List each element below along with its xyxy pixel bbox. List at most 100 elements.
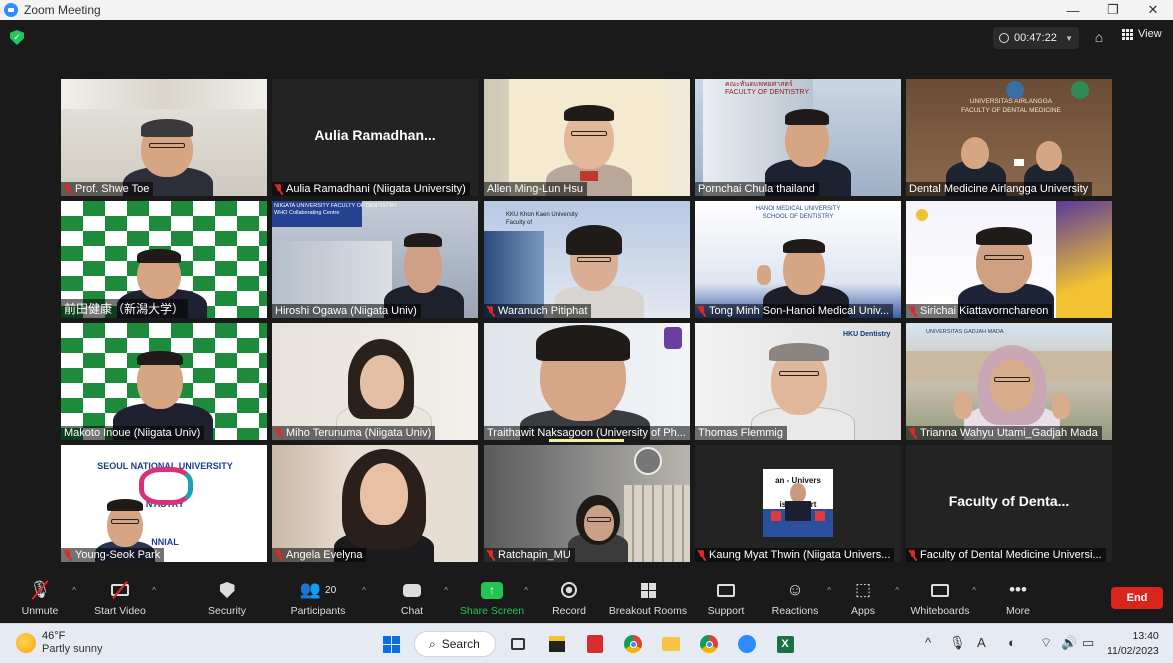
participant-tile[interactable]: Miho Terunuma (Niigata Univ) (272, 323, 478, 440)
language-icon[interactable]: A (977, 635, 986, 650)
participant-tile[interactable]: SEOUL NATIONAL UNIVERSITY NTISTRY NNIAL … (61, 445, 267, 562)
taskbar-search[interactable]: ⌕ Search (414, 631, 496, 657)
apps-button[interactable]: ⬚ Apps ^ (823, 578, 903, 617)
participant-tile[interactable]: KKU Khon Kaen University Faculty of Wara… (484, 201, 690, 318)
participants-count: 20 (325, 584, 337, 596)
minimize-icon[interactable]: — (1053, 0, 1093, 20)
weather-widget[interactable]: 46°F Partly sunny (16, 630, 103, 656)
battery-icon[interactable]: ▭ (1082, 635, 1094, 651)
participant-tile[interactable]: UNIVERSITAS GADJAH MADA Trianna Wahyu Ut… (906, 323, 1112, 440)
participant-name: Miho Terunuma (Niigata Univ) (272, 426, 436, 440)
chevron-up-icon[interactable]: ^ (72, 586, 76, 595)
view-button[interactable]: View (1122, 28, 1162, 40)
search-icon: ⌕ (429, 636, 436, 651)
whiteboard-icon (931, 578, 949, 602)
zoom-app-icon[interactable] (735, 632, 759, 656)
participant-tile[interactable]: Allen Ming-Lun Hsu (484, 79, 690, 196)
view-label: View (1138, 28, 1162, 40)
background-text: UNIVERSITAS AIRLANGGA FACULTY OF DENTAL … (961, 98, 1061, 114)
chevron-up-icon[interactable]: ^ (362, 586, 366, 595)
excel-icon[interactable]: X (773, 632, 797, 656)
wifi-icon[interactable]: ⌔ (1040, 635, 1052, 651)
chevron-up-icon[interactable]: ^ (524, 586, 528, 595)
record-button[interactable]: Record (529, 578, 609, 617)
start-video-button[interactable]: Start Video ^ (80, 578, 160, 617)
participant-tile[interactable]: HKU Dentistry Thomas Flemmig (695, 323, 901, 440)
mic-muted-icon (275, 183, 283, 195)
file-explorer-icon[interactable] (659, 632, 683, 656)
participant-name: Ratchapin_MU (484, 548, 575, 562)
encryption-shield-icon[interactable]: ✓ (10, 30, 24, 45)
end-meeting-button[interactable]: End (1111, 587, 1163, 609)
breakout-rooms-button[interactable]: Breakout Rooms (608, 578, 688, 617)
participant-tile[interactable]: an - Univers iscu Kort Kaung Myat Thwin … (695, 445, 901, 562)
chevron-up-icon[interactable]: ^ (152, 586, 156, 595)
focus-icon[interactable]: ◐ (1008, 635, 1016, 650)
microphone-icon[interactable]: 🎙 (949, 635, 966, 651)
participant-name: Thomas Flemmig (695, 426, 787, 440)
mic-muted-icon (909, 427, 917, 439)
unmute-button[interactable]: 🎙 Unmute ^ (0, 578, 80, 617)
sticky-notes-icon[interactable] (545, 632, 569, 656)
participant-tile[interactable]: Traithawit Naksagoon (University of Ph..… (484, 323, 690, 440)
chevron-up-icon[interactable]: ^ (895, 586, 899, 595)
participant-tile[interactable]: Aulia Ramadhan... Aulia Ramadhani (Niiga… (272, 79, 478, 196)
chevron-up-icon[interactable]: ^ (972, 586, 976, 595)
mic-muted-icon (64, 183, 72, 195)
shield-icon (219, 578, 235, 602)
participant-tile[interactable]: NIIGATA UNIVERSITY FACULTY OF DENTISTRY … (272, 201, 478, 318)
participant-tile[interactable]: 前田健康（新潟大学） (61, 201, 267, 318)
security-button[interactable]: Security (187, 578, 267, 617)
share-screen-icon: ↑ (481, 578, 503, 602)
mic-muted-icon (487, 305, 495, 317)
chevron-up-icon[interactable]: ^ (925, 635, 931, 650)
partly-sunny-icon (16, 633, 36, 653)
participant-tile[interactable]: Angela Evelyna (272, 445, 478, 562)
chrome-icon[interactable] (621, 632, 645, 656)
maximize-icon[interactable]: ❐ (1093, 0, 1133, 20)
participant-name: Waranuch Pitiphat (484, 304, 592, 318)
participants-button[interactable]: 👥 20 Participants ^ (278, 578, 366, 617)
windows-start-icon[interactable] (379, 632, 403, 656)
participant-tile[interactable]: Prof. Shwe Toe (61, 79, 267, 196)
chat-button[interactable]: Chat ^ (372, 578, 452, 617)
mic-muted-icon (698, 549, 706, 561)
participant-tile[interactable]: Ratchapin_MU (484, 445, 690, 562)
support-button[interactable]: Support (686, 578, 766, 617)
mic-muted-icon (275, 549, 283, 561)
participant-name: Dental Medicine Airlangga University (906, 182, 1093, 196)
acrobat-icon[interactable] (583, 632, 607, 656)
mic-muted-icon (909, 305, 917, 317)
breakout-rooms-icon (640, 578, 656, 602)
share-screen-button[interactable]: ↑ Share Screen ^ (452, 578, 532, 617)
participant-name: Trianna Wahyu Utami_Gadjah Mada (906, 426, 1102, 440)
whiteboards-button[interactable]: Whiteboards ^ (900, 578, 980, 617)
chevron-up-icon[interactable]: ^ (444, 586, 448, 595)
recording-status-icon[interactable]: ⌂ (1091, 29, 1107, 47)
system-clock[interactable]: 13:40 11/02/2023 (1107, 629, 1159, 659)
mic-muted-icon: 🎙 (29, 578, 51, 602)
participant-name: Faculty of Dental Medicine Universi... (906, 548, 1106, 562)
background-text: NIIGATA UNIVERSITY FACULTY OF DENTISTRY … (274, 203, 397, 216)
timer-value: 00:47:22 (1014, 32, 1057, 44)
volume-icon[interactable]: 🔊 (1061, 635, 1077, 651)
clock-icon (999, 33, 1009, 43)
participant-tile[interactable]: คณะทันตแพทยศาสตร์ FACULTY OF DENTISTRY P… (695, 79, 901, 196)
more-button[interactable]: ••• More (978, 578, 1058, 617)
chrome-profile-icon[interactable] (697, 632, 721, 656)
participant-tile[interactable]: Makoto Inoue (Niigata Univ) (61, 323, 267, 440)
meeting-timer[interactable]: 00:47:22 ▼ (993, 27, 1079, 49)
participant-display-name: Faculty of Denta... (948, 492, 1070, 509)
participant-tile[interactable]: UNIVERSITAS AIRLANGGA FACULTY OF DENTAL … (906, 79, 1112, 196)
mic-muted-icon (64, 549, 72, 561)
participant-name: Pornchai Chula thailand (695, 182, 819, 196)
participant-tile[interactable]: HANOI MEDICAL UNIVERSITY SCHOOL OF DENTI… (695, 201, 901, 318)
participant-tile[interactable]: Faculty of Denta... Faculty of Dental Me… (906, 445, 1112, 562)
participant-tile[interactable]: Sirichai Kiattavornchareon (906, 201, 1112, 318)
smiley-icon: ☺ (786, 580, 804, 599)
close-icon[interactable]: ✕ (1133, 0, 1173, 20)
background-text: UNIVERSITAS GADJAH MADA (926, 329, 1004, 335)
task-view-icon[interactable] (506, 632, 530, 656)
mic-muted-icon (909, 549, 917, 561)
mic-muted-icon (275, 427, 283, 439)
